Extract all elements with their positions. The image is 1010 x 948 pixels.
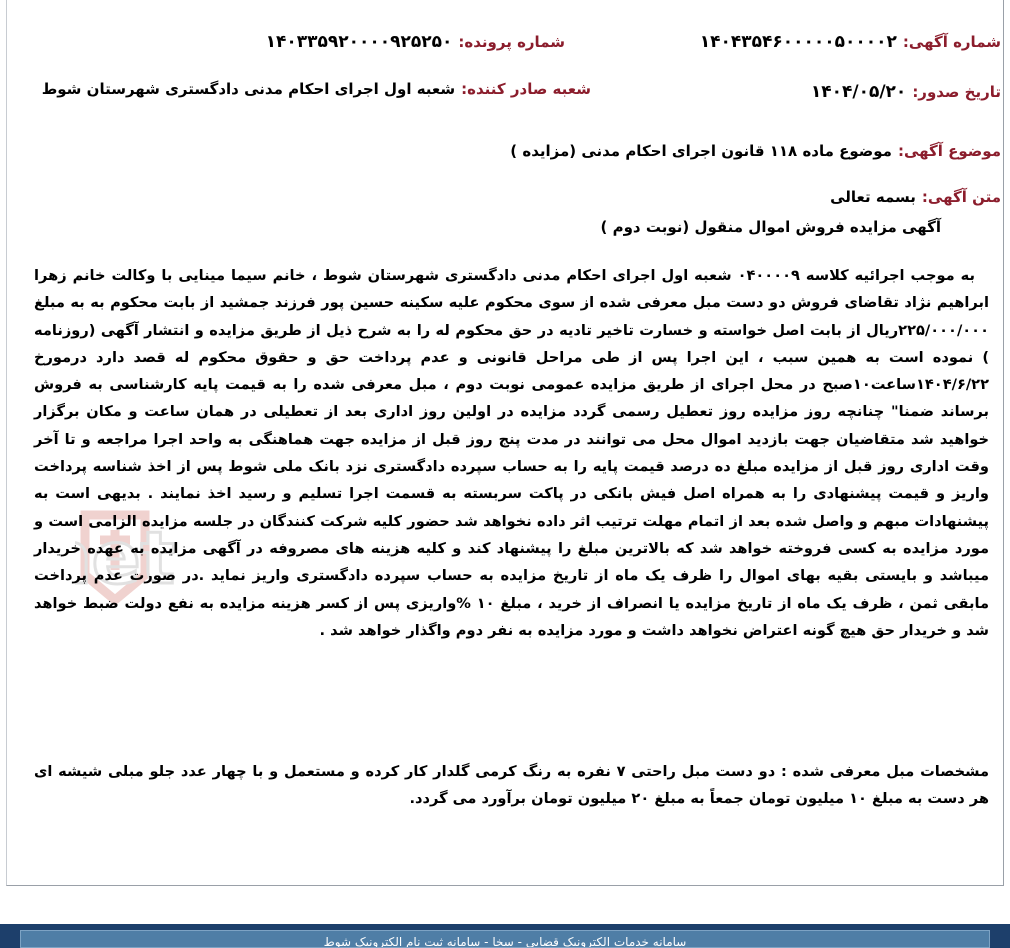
file-number-row: شماره پرونده: ۱۴۰۳۳۵۹۲۰۰۰۰۹۲۵۲۵۰	[266, 32, 565, 52]
notice-title: آگهی مزایده فروش اموال منقول (نوبت دوم )	[600, 218, 941, 236]
issue-date-label: تاریخ صدور:	[912, 83, 1001, 101]
notice-body: به موجب اجرائیه کلاسه ۰۴۰۰۰۰۹ شعبه اول ا…	[34, 262, 989, 644]
notice-panel: شماره آگهی: ۱۴۰۴۳۵۴۶۰۰۰۰۰۵۰۰۰۰۲ شماره پرو…	[6, 0, 1004, 886]
basmala: بسمه تعالی	[830, 188, 916, 206]
notice-text-label: متن آگهی:	[921, 188, 1001, 206]
furniture-specs: مشخصات مبل معرفی شده : دو دست مبل راحتی …	[34, 763, 989, 808]
notice-content: شماره آگهی: ۱۴۰۴۳۵۴۶۰۰۰۰۰۵۰۰۰۰۲ شماره پرو…	[25, 0, 1001, 880]
footer-link[interactable]: سامانه خدمات الکترونیک قضایی - سخا - سام…	[20, 930, 990, 948]
notice-text-row: متن آگهی: بسمه تعالی	[830, 188, 1001, 206]
footer-bar: سامانه خدمات الکترونیک قضایی - سخا - سام…	[0, 924, 1010, 948]
file-number-value: ۱۴۰۳۳۵۹۲۰۰۰۰۹۲۵۲۵۰	[265, 32, 453, 52]
notice-number-value: ۱۴۰۴۳۵۴۶۰۰۰۰۰۵۰۰۰۰۲	[699, 32, 897, 52]
notice-number-row: شماره آگهی: ۱۴۰۴۳۵۴۶۰۰۰۰۰۵۰۰۰۰۲	[700, 32, 1001, 52]
notice-number-label: شماره آگهی:	[902, 33, 1001, 51]
issuing-branch-row: شعبه صادر کننده: شعبه اول اجرای احکام مدن…	[42, 80, 591, 98]
subject-label: موضوع آگهی:	[897, 142, 1001, 160]
issue-date-value: ۱۴۰۴/۰۵/۲۰	[810, 82, 907, 102]
subject-value: موضوع ماده ۱۱۸ قانون اجرای احکام مدنی (م…	[510, 142, 892, 160]
file-number-label: شماره پرونده:	[458, 33, 565, 51]
issuing-branch-value: شعبه اول اجرای احکام مدنی دادگستری شهرست…	[41, 80, 456, 98]
issue-date-row: تاریخ صدور: ۱۴۰۴/۰۵/۲۰	[811, 82, 1001, 102]
subject-row: موضوع آگهی: موضوع ماده ۱۱۸ قانون اجرای اح…	[510, 142, 1001, 160]
notice-body-paragraph: به موجب اجرائیه کلاسه ۰۴۰۰۰۰۹ شعبه اول ا…	[34, 267, 989, 639]
issuing-branch-label: شعبه صادر کننده:	[461, 80, 591, 98]
